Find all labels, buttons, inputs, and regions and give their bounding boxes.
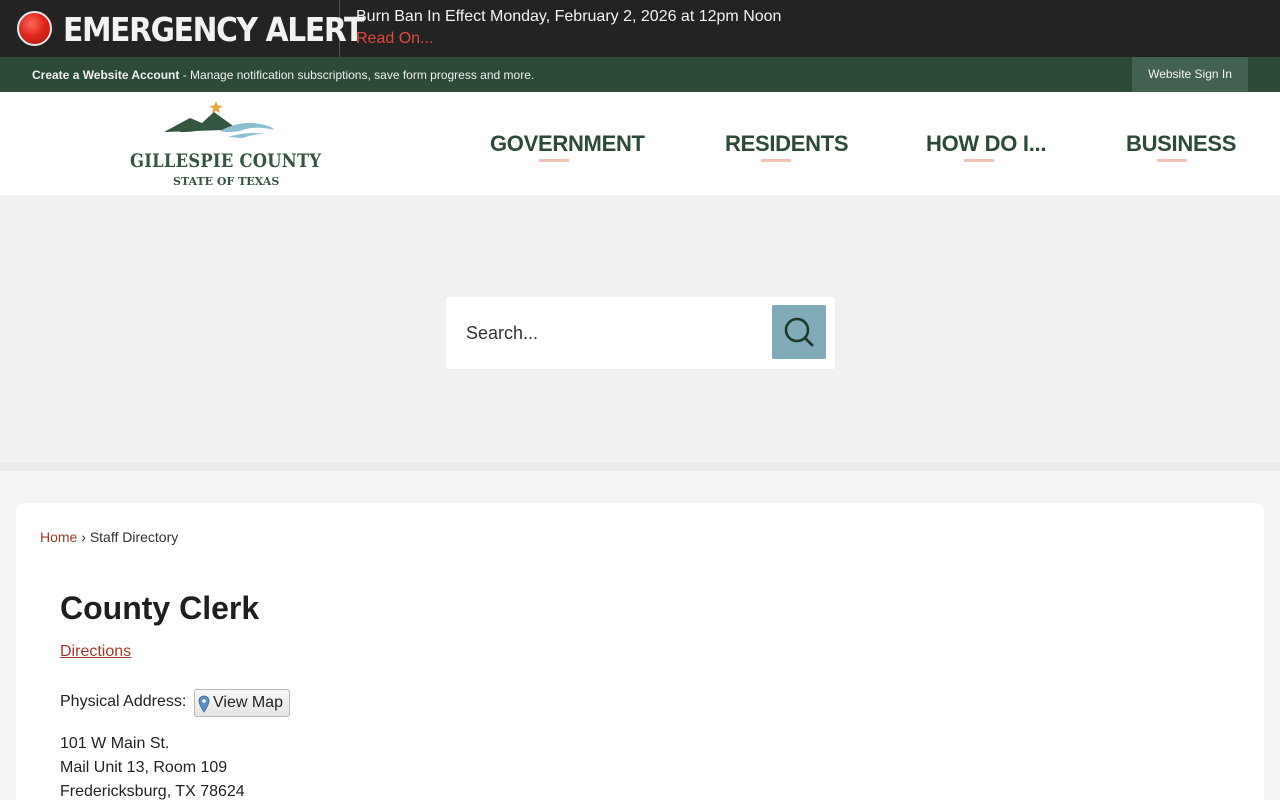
account-description: - Manage notification subscriptions, sav… — [179, 68, 535, 82]
view-map-button[interactable]: View Map — [194, 689, 290, 717]
account-bar: Create a Website Account - Manage notifi… — [0, 57, 1280, 92]
content-card — [16, 503, 1264, 800]
nav-how-do-i-underline — [964, 159, 994, 162]
logo-state-name: STATE OF TEXAS — [173, 175, 280, 188]
breadcrumb-home-link[interactable]: Home — [40, 529, 77, 545]
sign-in-button[interactable]: Website Sign In — [1132, 57, 1248, 92]
breadcrumb-separator: › — [81, 529, 86, 545]
hills-logo-icon — [164, 101, 274, 138]
account-prompt: Create a Website Account - Manage notifi… — [32, 68, 534, 82]
address-line-unit: Mail Unit 13, Room 109 — [60, 759, 228, 776]
search-icon — [784, 317, 814, 347]
nav-how-do-i[interactable]: HOW DO I... — [926, 131, 1046, 157]
county-logo[interactable]: GILLESPIE COUNTY STATE OF TEXAS — [128, 98, 321, 190]
search-box — [446, 297, 835, 369]
nav-business-underline — [1157, 159, 1187, 162]
alert-read-on-link[interactable]: Read On... — [356, 30, 433, 48]
breadcrumb: Home › Staff Directory — [40, 529, 178, 545]
emergency-alert-bar: EMERGENCY ALERT Burn Ban In Effect Monda… — [0, 0, 1280, 57]
hero-divider — [0, 463, 1280, 471]
create-account-link[interactable]: Create a Website Account — [32, 68, 179, 82]
address-line-city: Fredericksburg, TX 78624 — [60, 783, 245, 800]
nav-government-underline — [539, 159, 569, 162]
nav-business[interactable]: BUSINESS — [1126, 131, 1236, 157]
search-input[interactable] — [466, 321, 756, 345]
address-line-street: 101 W Main St. — [60, 735, 170, 752]
view-map-label: View Map — [213, 694, 283, 711]
nav-residents[interactable]: RESIDENTS — [725, 131, 849, 157]
directions-link[interactable]: Directions — [60, 643, 131, 661]
alert-message[interactable]: Burn Ban In Effect Monday, February 2, 2… — [356, 8, 781, 26]
physical-address-label: Physical Address: — [60, 693, 187, 710]
search-button[interactable] — [772, 305, 826, 359]
nav-residents-underline — [761, 159, 791, 162]
logo-county-name: GILLESPIE COUNTY — [130, 150, 322, 172]
breadcrumb-current: Staff Directory — [89, 529, 179, 545]
alert-title: EMERGENCY ALERT — [63, 10, 364, 49]
alert-heading: EMERGENCY ALERT — [0, 0, 364, 57]
nav-government[interactable]: GOVERNMENT — [490, 131, 645, 157]
map-pin-icon — [198, 695, 210, 713]
page-title: County Clerk — [60, 590, 260, 626]
alert-indicator-icon — [17, 11, 52, 46]
site-header: GILLESPIE COUNTY STATE OF TEXAS GOVERNME… — [0, 92, 1280, 195]
